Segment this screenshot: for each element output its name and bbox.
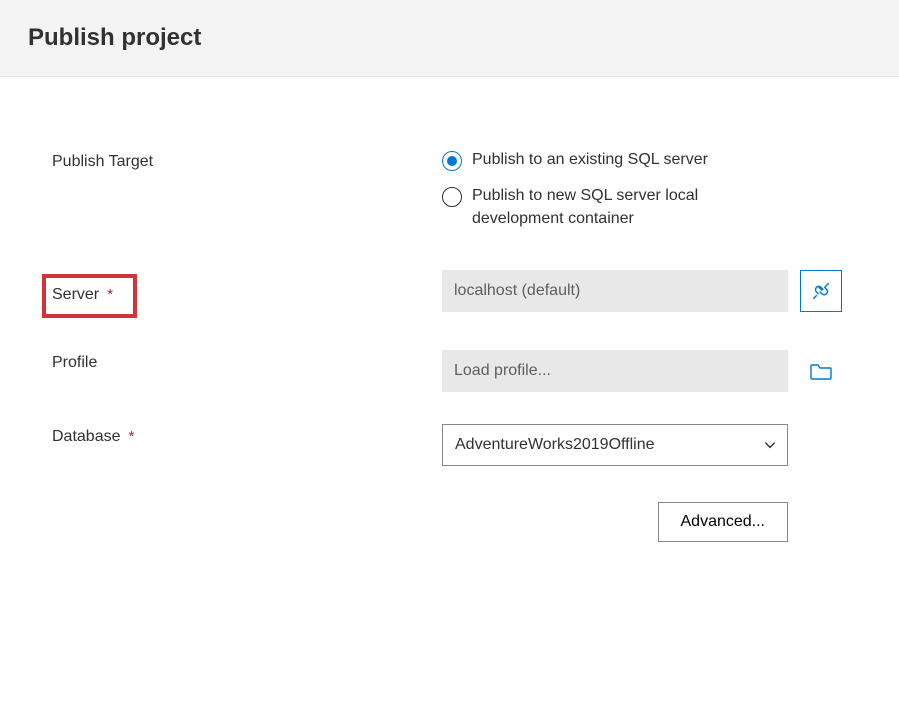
connect-server-button[interactable] xyxy=(800,270,842,312)
profile-input[interactable] xyxy=(442,350,788,392)
label-profile: Profile xyxy=(52,354,97,371)
label-publish-target: Publish Target xyxy=(52,153,153,170)
folder-icon xyxy=(809,360,833,382)
label-database: Database xyxy=(52,428,121,445)
radio-icon xyxy=(442,151,462,171)
radio-new-container[interactable]: Publish to new SQL server local developm… xyxy=(442,185,792,230)
chevron-down-icon xyxy=(763,438,777,452)
required-asterisk: * xyxy=(107,286,113,303)
row-publish-target: Publish Target Publish to an existing SQ… xyxy=(52,149,847,230)
plug-icon xyxy=(810,280,832,302)
server-highlight: Server * xyxy=(42,274,137,318)
required-asterisk: * xyxy=(129,428,135,445)
row-profile: Profile xyxy=(52,350,847,392)
dialog-content: Publish Target Publish to an existing SQ… xyxy=(0,77,899,542)
row-server: Server * xyxy=(52,270,847,318)
row-advanced: Advanced... xyxy=(52,490,847,542)
server-input[interactable] xyxy=(442,270,788,312)
radio-label: Publish to new SQL server local developm… xyxy=(472,185,792,230)
advanced-button[interactable]: Advanced... xyxy=(658,502,789,542)
dialog-header: Publish project xyxy=(0,0,899,77)
radio-label: Publish to an existing SQL server xyxy=(472,149,708,171)
row-database: Database * AdventureWorks2019Offline xyxy=(52,424,847,466)
radio-existing-server[interactable]: Publish to an existing SQL server xyxy=(442,149,792,171)
database-select[interactable]: AdventureWorks2019Offline xyxy=(442,424,788,466)
browse-profile-button[interactable] xyxy=(800,350,842,392)
label-server: Server xyxy=(52,286,99,303)
publish-target-radio-group: Publish to an existing SQL server Publis… xyxy=(442,149,792,230)
database-value: AdventureWorks2019Offline xyxy=(455,436,655,454)
page-title: Publish project xyxy=(28,24,871,52)
radio-icon xyxy=(442,187,462,207)
